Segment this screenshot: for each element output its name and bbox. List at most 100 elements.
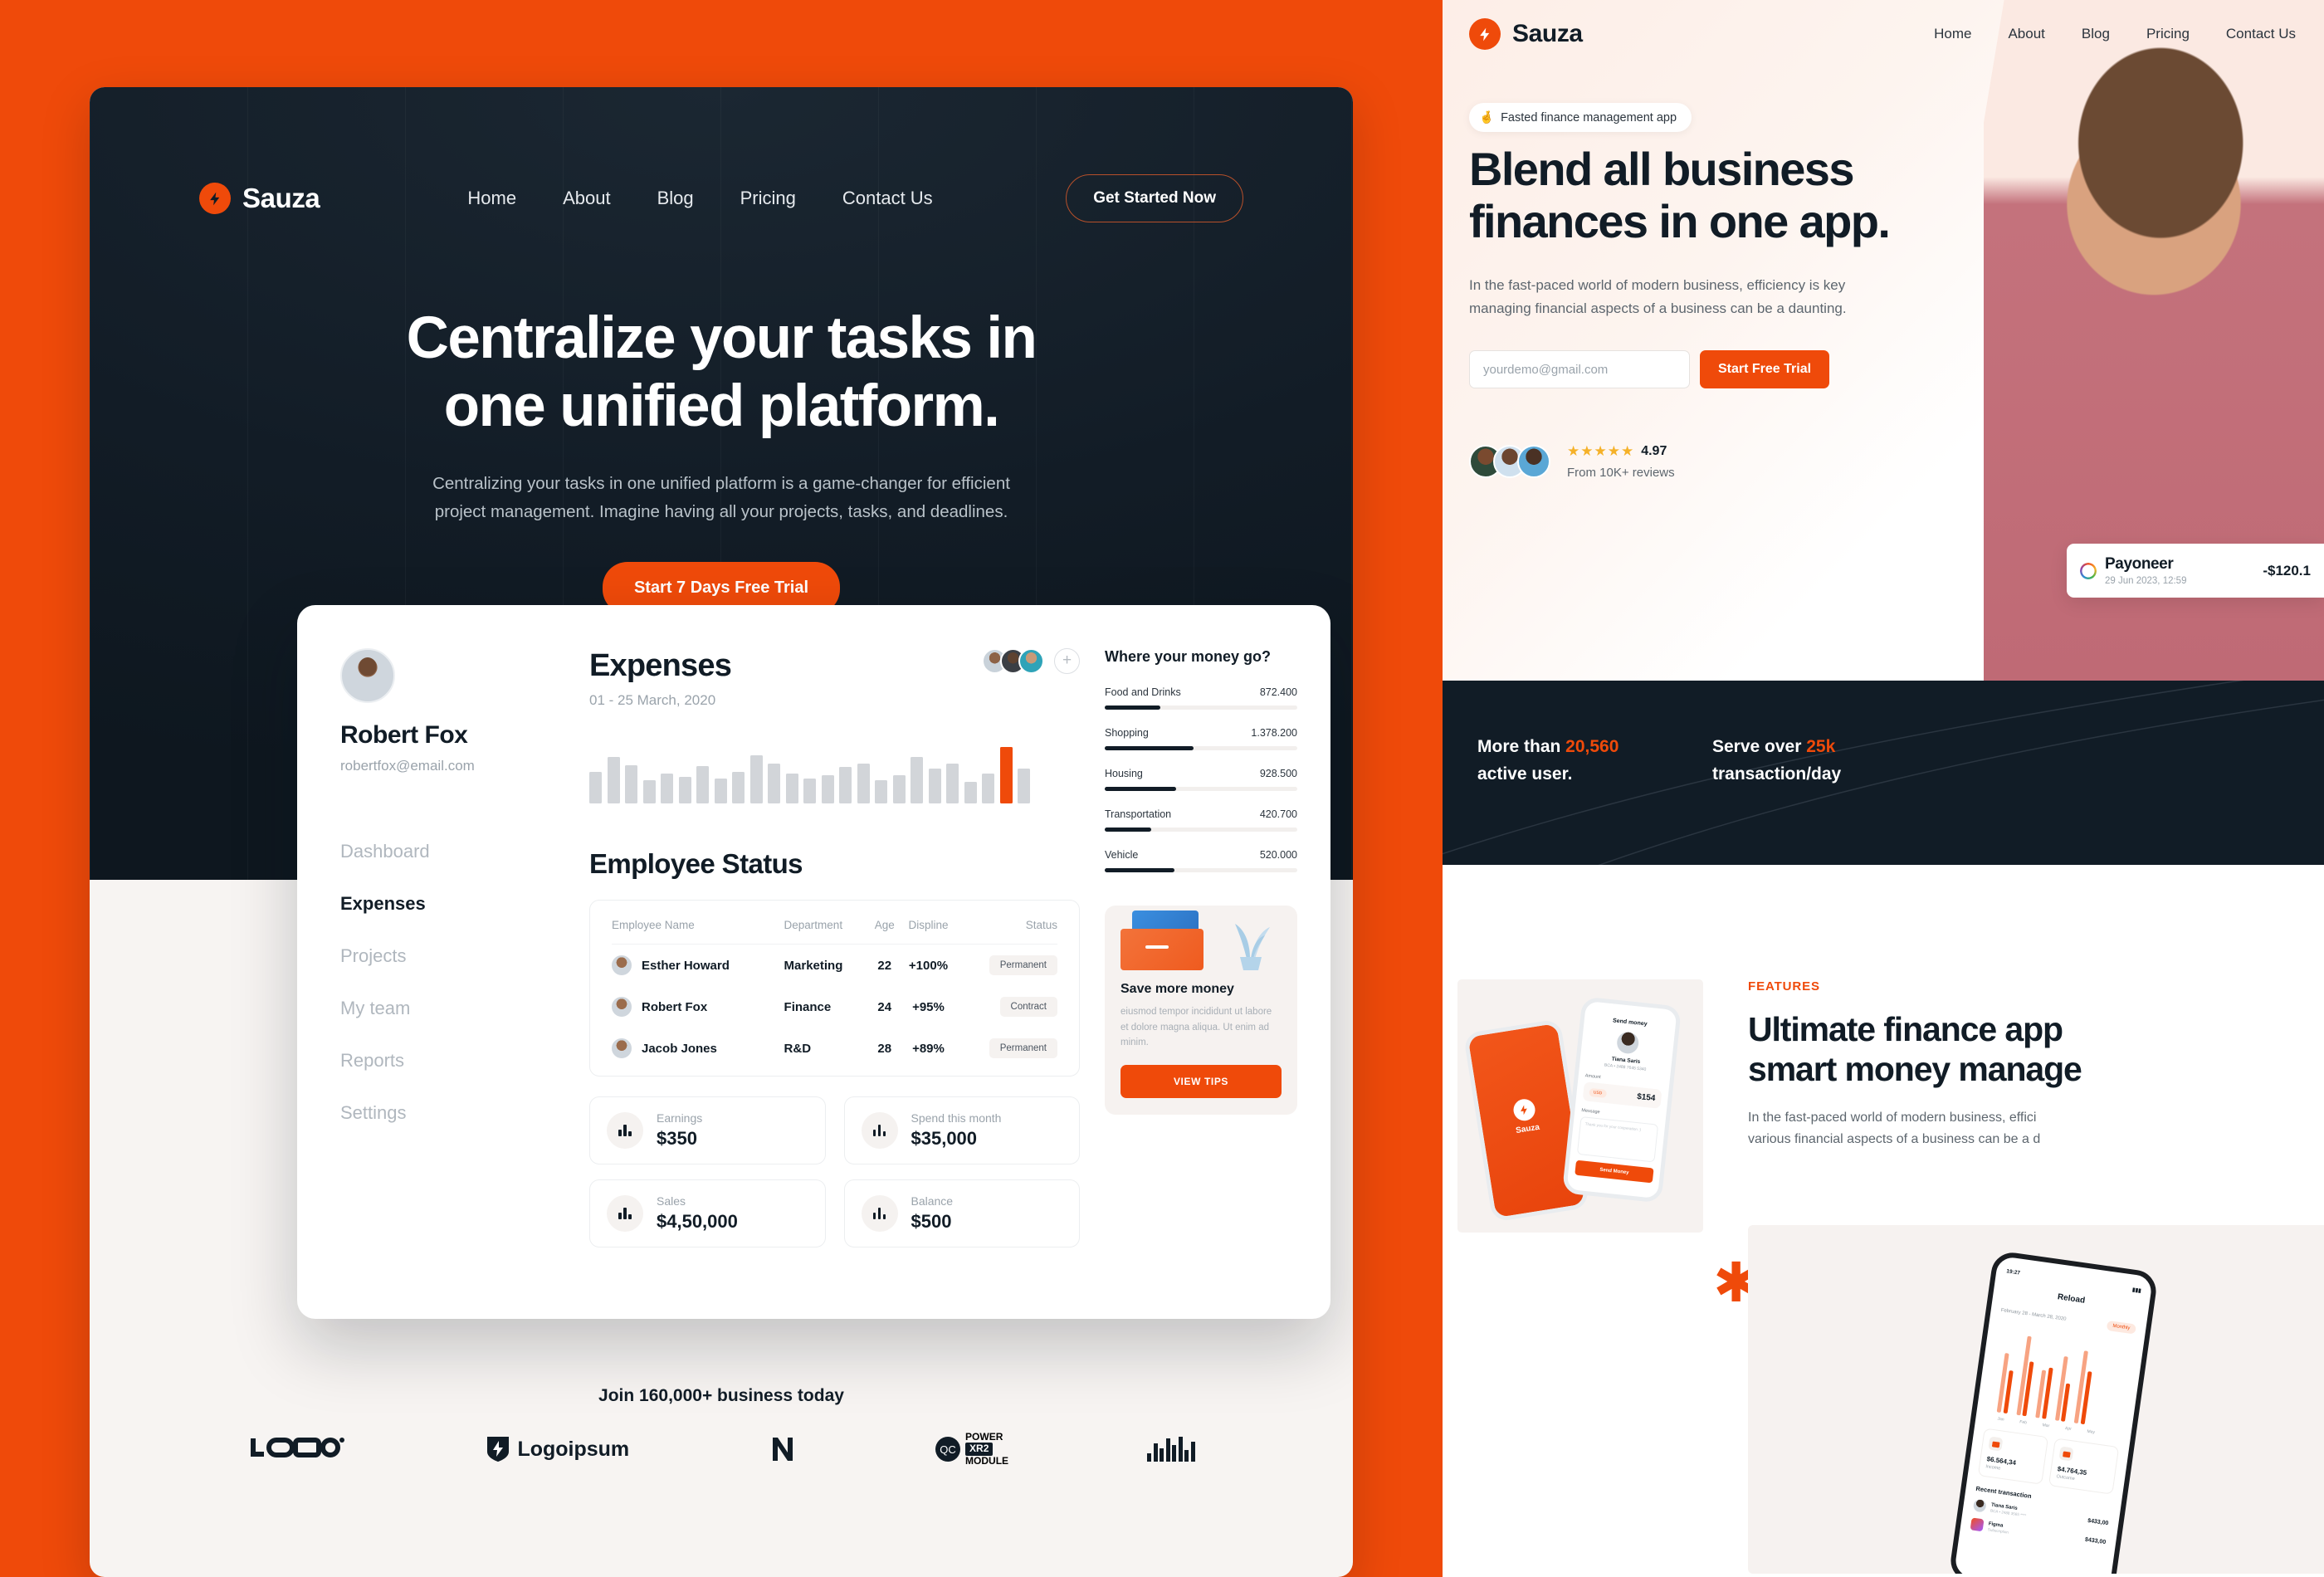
money-go-title: Where your money go? <box>1105 648 1272 665</box>
employee-status-title: Employee Status <box>589 848 803 879</box>
category-label: Vehicle <box>1105 849 1139 861</box>
logo-n <box>769 1435 797 1463</box>
progress-track <box>1105 706 1297 710</box>
cell-displine: +89% <box>912 1041 945 1056</box>
message-input[interactable]: Thank you for your cooperation :) <box>1576 1116 1659 1163</box>
currency-selector[interactable]: USD <box>1589 1087 1607 1098</box>
money-category-row: Food and Drinks 872.400 <box>1105 686 1297 710</box>
transaction-amount: $433,00 <box>2087 1517 2109 1527</box>
page-title: Expenses <box>589 648 732 683</box>
table-row[interactable]: Jacob Jones R&D 28 +89% Permanent <box>612 1028 1057 1069</box>
n-icon <box>772 1438 793 1462</box>
nav-item-about[interactable]: About <box>2008 26 2044 42</box>
sidebar-item-dashboard[interactable]: Dashboard <box>340 841 589 862</box>
status-time: 19:27 <box>2005 1268 2021 1277</box>
brand-logo[interactable]: Sauza <box>1469 18 1583 50</box>
hero-badge: 🤞 Fasted finance management app <box>1469 103 1692 132</box>
amount-field[interactable]: USD $154 <box>1582 1081 1662 1109</box>
table-row[interactable]: Esther Howard Marketing 22 +100% Permanent <box>612 945 1057 987</box>
bar-chart-icon <box>607 1195 643 1232</box>
col-age: Age <box>870 919 900 945</box>
progress-fill <box>1105 868 1174 872</box>
bar <box>892 775 906 803</box>
features-paragraph: In the fast-paced world of modern busine… <box>1748 1107 2324 1150</box>
stats-bar: More than 20,560 active user. Serve over… <box>1443 681 2324 865</box>
plus-icon[interactable]: + <box>1054 648 1080 674</box>
category-value: 420.700 <box>1259 808 1297 820</box>
money-category-row: Transportation 420.700 <box>1105 808 1297 832</box>
stat-highlight: 20,560 <box>1565 737 1619 756</box>
money-category-row: Vehicle 520.000 <box>1105 849 1297 872</box>
cell-displine: +95% <box>912 999 945 1014</box>
sidebar-item-expenses[interactable]: Expenses <box>340 893 589 915</box>
nav-item-home[interactable]: Home <box>467 188 516 209</box>
sidebar-item-reports[interactable]: Reports <box>340 1050 589 1072</box>
nav-item-contact[interactable]: Contact Us <box>2226 26 2296 42</box>
plant-icon <box>1235 924 1270 970</box>
cell-name: Esther Howard <box>612 945 784 987</box>
sidebar-item-settings[interactable]: Settings <box>340 1102 589 1124</box>
stat-prefix: More than <box>1477 737 1566 756</box>
avatar <box>1517 445 1550 478</box>
money-category-row: Shopping 1.378.200 <box>1105 727 1297 750</box>
stars-icon: ★★★★★ <box>1567 443 1635 459</box>
rating-group: ★★★★★ 4.97 From 10K+ reviews <box>1567 443 1675 480</box>
features-kicker: FEATURES <box>1748 979 1820 994</box>
brand-name: Sauza <box>242 183 320 213</box>
avatar <box>1972 1498 1987 1513</box>
dashboard-header: Expenses 01 - 25 March, 2020 + <box>589 648 1080 709</box>
nav-item-blog[interactable]: Blog <box>657 188 694 209</box>
nav-item-blog[interactable]: Blog <box>2082 26 2110 42</box>
stat-suffix: active user. <box>1477 764 1573 784</box>
qc-text-stack: POWER XR2 MODULE <box>965 1431 1009 1467</box>
bar <box>946 764 959 803</box>
col-department: Department <box>784 919 871 945</box>
bar-group <box>2035 1366 2053 1419</box>
date-range: 01 - 25 March, 2020 <box>589 692 716 708</box>
period-selector[interactable]: Monthly <box>2106 1320 2136 1335</box>
category-label: Housing <box>1105 768 1143 779</box>
cell-department: R&D <box>784 1041 812 1056</box>
bar <box>625 765 637 803</box>
stat-label: Sales <box>657 1194 686 1208</box>
email-input[interactable] <box>1469 350 1690 388</box>
progress-track <box>1105 828 1297 832</box>
left-panel: Sauza Home About Blog Pricing Contact Us… <box>0 0 1443 1577</box>
nav-item-pricing[interactable]: Pricing <box>2146 26 2190 42</box>
nav-item-contact[interactable]: Contact Us <box>842 188 933 209</box>
brand-logo[interactable]: Sauza <box>199 183 320 214</box>
hero-title: Centralize your tasks in one unified pla… <box>90 305 1353 442</box>
bar-chart-icon <box>861 1112 898 1149</box>
category-value: 520.000 <box>1259 849 1297 861</box>
avatar <box>612 997 632 1017</box>
get-started-button[interactable]: Get Started Now <box>1066 174 1243 222</box>
logo-logoipsum: Logoipsum <box>486 1435 629 1463</box>
sidebar-item-projects[interactable]: Projects <box>340 945 589 967</box>
avatar <box>1615 1031 1640 1055</box>
sidebar-item-my-team[interactable]: My team <box>340 998 589 1019</box>
right-navbar: Sauza Home About Blog Pricing Contact Us <box>1469 18 2296 50</box>
bar-group <box>1996 1353 2015 1414</box>
table-row[interactable]: Robert Fox Finance 24 +95% Contract <box>612 986 1057 1028</box>
start-free-trial-button[interactable]: Start Free Trial <box>1700 350 1830 388</box>
right-hero-title-line1: Blend all business <box>1469 143 1855 195</box>
category-label: Food and Drinks <box>1105 686 1181 698</box>
outcome-card: $4.764,35 Outcome <box>2048 1438 2120 1495</box>
dashboard-menu: Dashboard Expenses Projects My team Repo… <box>340 841 589 1124</box>
cell-displine: +100% <box>908 958 949 973</box>
nav-item-home[interactable]: Home <box>1934 26 1971 42</box>
nav-item-about[interactable]: About <box>563 188 611 209</box>
x-tick-label: Apr <box>2064 1426 2073 1433</box>
nav-item-pricing[interactable]: Pricing <box>740 188 796 209</box>
stat-card: Earnings $350 <box>589 1096 826 1164</box>
view-tips-button[interactable]: VIEW TIPS <box>1120 1064 1282 1098</box>
payoneer-name: Payoneer <box>2105 555 2174 573</box>
send-money-button[interactable]: Send Money <box>1575 1160 1654 1184</box>
category-label: Shopping <box>1105 727 1149 739</box>
bar <box>785 774 798 803</box>
avatar <box>1018 648 1044 674</box>
hero-copy: Centralize your tasks in one unified pla… <box>90 305 1353 614</box>
stat-card: Sales $4,50,000 <box>589 1179 826 1247</box>
employee-table: Employee Name Department Age Displine St… <box>612 919 1057 1069</box>
bar <box>911 757 923 803</box>
